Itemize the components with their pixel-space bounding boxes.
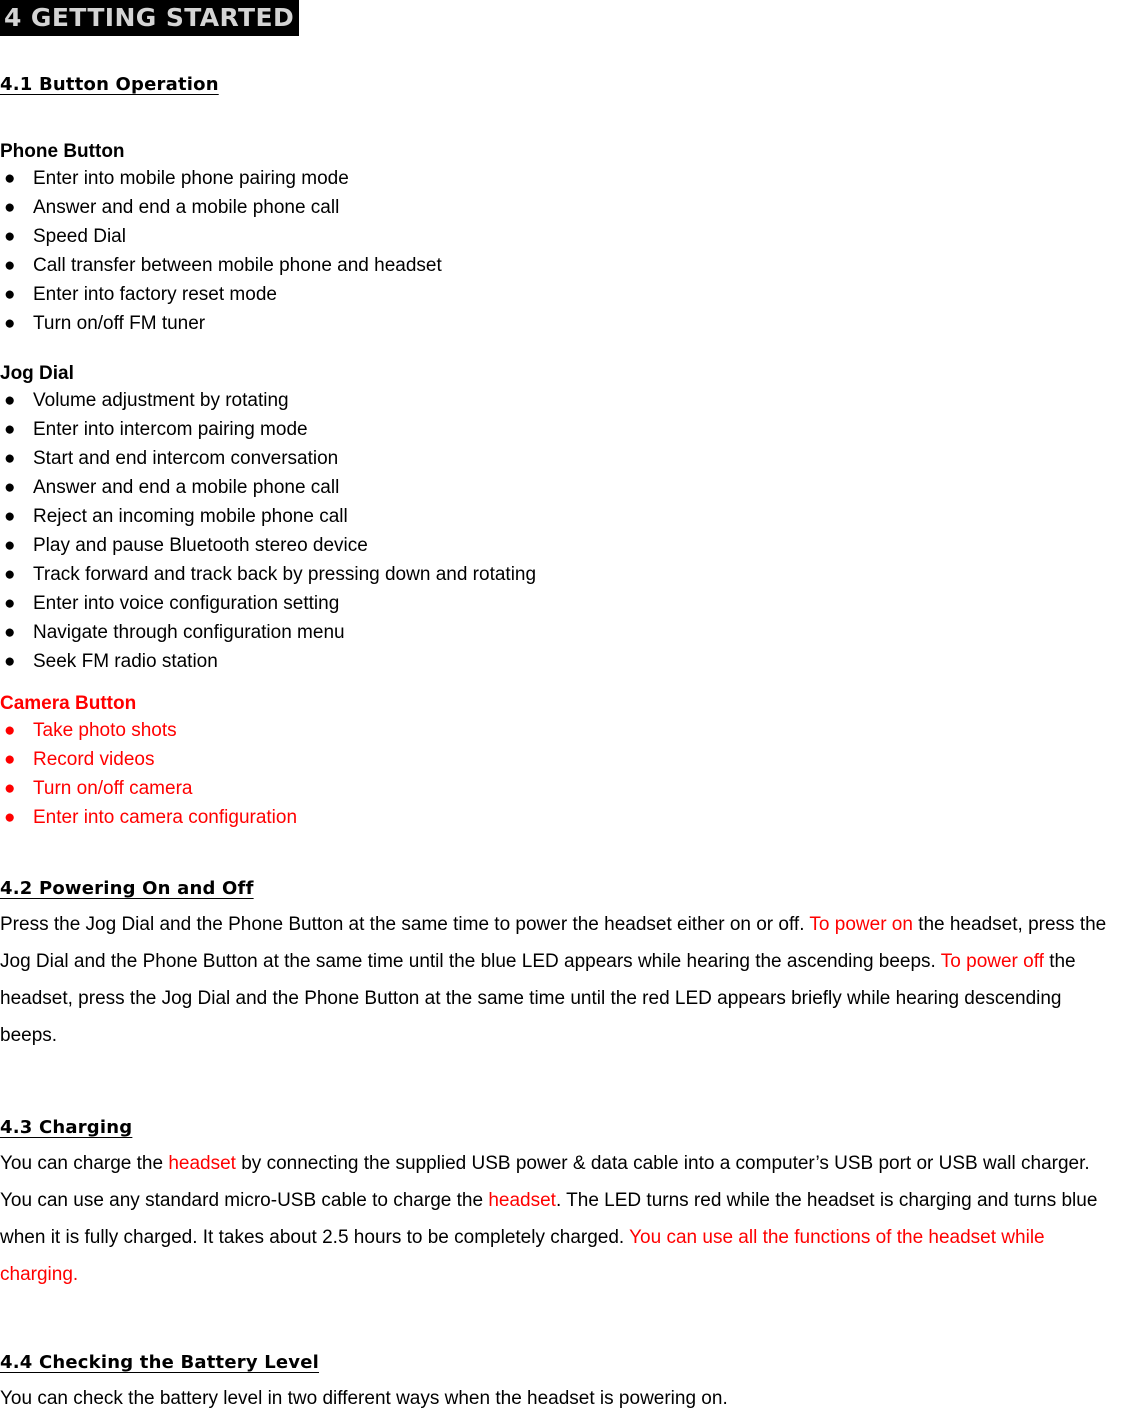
list-item: ● Speed Dial <box>0 222 442 251</box>
list-item-label: Navigate through configuration menu <box>33 622 345 643</box>
group-label-camera-button: Camera Button <box>0 693 137 714</box>
bullet-list-camera-button: ● Take photo shots ● Record videos ● Turn o… <box>0 716 297 832</box>
paragraph-charging: You can charge the headset by connecting… <box>0 1145 1118 1293</box>
list-item: ● Navigate through configuration menu <box>0 618 536 647</box>
list-item-label: Play and pause Bluetooth stereo device <box>33 535 368 556</box>
list-item-label: Track forward and track back by pressing… <box>33 564 537 585</box>
bullet-icon: ● <box>4 313 16 334</box>
list-item: ● Record videos <box>0 745 297 774</box>
list-item-label: Answer and end a mobile phone call <box>33 477 340 498</box>
group-camera-button: Camera Button ● Take photo shots ● Record … <box>0 692 297 832</box>
highlighted-text-run: To power off <box>940 951 1044 972</box>
group-label-jog-dial: Jog Dial <box>0 363 74 384</box>
text-run: You can charge the <box>0 1153 169 1174</box>
list-item: ● Answer and end a mobile phone call <box>0 473 536 502</box>
list-item: ● Turn on/off FM tuner <box>0 309 442 338</box>
bullet-icon: ● <box>4 535 16 556</box>
list-item-label: Take photo shots <box>33 720 177 741</box>
list-item: ● Start and end intercom conversation <box>0 444 536 473</box>
paragraph-battery-level: You can check the battery level in two d… <box>0 1380 728 1417</box>
list-item: ● Play and pause Bluetooth stereo device <box>0 531 536 560</box>
list-item: ● Enter into camera configuration <box>0 803 297 832</box>
list-item-label: Record videos <box>33 749 155 770</box>
list-item-label: Turn on/off FM tuner <box>33 313 206 334</box>
list-item-label: Enter into camera configuration <box>33 807 298 828</box>
group-label-phone-button: Phone Button <box>0 141 125 162</box>
text-run: Press the Jog Dial and the Phone Button … <box>0 914 810 935</box>
document-page: 4 GETTING STARTED 4.1 Button Operation P… <box>0 0 1123 1416</box>
list-item-label: Answer and end a mobile phone call <box>33 197 340 218</box>
bullet-icon: ● <box>4 390 16 411</box>
list-item-label: Volume adjustment by rotating <box>33 390 289 411</box>
list-item-label: Reject an incoming mobile phone call <box>33 506 348 527</box>
group-phone-button: Phone Button ● Enter into mobile phone pa… <box>0 140 442 338</box>
list-item-label: Speed Dial <box>33 226 126 247</box>
highlighted-text-run: headset <box>168 1153 236 1174</box>
list-item-label: Seek FM radio station <box>33 651 218 672</box>
list-item: ● Enter into intercom pairing mode <box>0 415 536 444</box>
list-item-label: Start and end intercom conversation <box>33 448 339 469</box>
list-item: ● Reject an incoming mobile phone call <box>0 502 536 531</box>
list-item-label: Enter into intercom pairing mode <box>33 419 308 440</box>
paragraph-powering-on-off: Press the Jog Dial and the Phone Button … <box>0 906 1118 1054</box>
list-item-label: Call transfer between mobile phone and h… <box>33 255 442 276</box>
section-heading-4-1: 4.1 Button Operation <box>0 74 219 95</box>
chapter-title-bar: 4 GETTING STARTED <box>0 0 300 37</box>
bullet-icon: ● <box>4 622 16 643</box>
bullet-icon: ● <box>4 197 16 218</box>
list-item: ● Track forward and track back by pressin… <box>0 560 536 589</box>
list-item: ● Enter into mobile phone pairing mode <box>0 164 442 193</box>
list-item: ● Take photo shots <box>0 716 297 745</box>
bullet-icon: ● <box>4 807 16 828</box>
section-heading-4-3: 4.3 Charging <box>0 1117 132 1138</box>
list-item-label: Enter into factory reset mode <box>33 284 277 305</box>
bullet-icon: ● <box>4 720 16 741</box>
list-item: ● Call transfer between mobile phone and … <box>0 251 442 280</box>
list-item-label: Enter into voice configuration setting <box>33 593 340 614</box>
bullet-icon: ● <box>4 477 16 498</box>
bullet-icon: ● <box>4 506 16 527</box>
section-heading-4-4: 4.4 Checking the Battery Level <box>0 1352 319 1373</box>
section-heading-4-2-text: 4.2 Powering On and Off <box>0 878 254 899</box>
bullet-icon: ● <box>4 651 16 672</box>
list-item-label: Enter into mobile phone pairing mode <box>33 168 349 189</box>
text-run: You can check the battery level in two d… <box>0 1388 728 1409</box>
bullet-icon: ● <box>4 749 16 770</box>
list-item-label: Turn on/off camera <box>33 778 193 799</box>
list-item: ● Turn on/off camera <box>0 774 297 803</box>
section-heading-4-3-text: 4.3 Charging <box>0 1117 133 1138</box>
bullet-icon: ● <box>4 419 16 440</box>
list-item: ● Answer and end a mobile phone call <box>0 193 442 222</box>
list-item: ● Enter into voice configuration setting <box>0 589 536 618</box>
bullet-icon: ● <box>4 593 16 614</box>
list-item: ● Volume adjustment by rotating <box>0 386 536 415</box>
bullet-icon: ● <box>4 226 16 247</box>
bullet-icon: ● <box>4 255 16 276</box>
section-heading-4-4-text: 4.4 Checking the Battery Level <box>0 1352 320 1373</box>
bullet-icon: ● <box>4 778 16 799</box>
bullet-icon: ● <box>4 284 16 305</box>
section-heading-4-2: 4.2 Powering On and Off <box>0 878 254 899</box>
highlighted-text-run: headset <box>488 1190 556 1211</box>
bullet-icon: ● <box>4 448 16 469</box>
group-jog-dial: Jog Dial ● Volume adjustment by rotating … <box>0 362 536 676</box>
section-body-4-3: You can charge the headset by connecting… <box>0 1145 1118 1293</box>
bullet-list-phone-button: ● Enter into mobile phone pairing mode ● A… <box>0 164 442 338</box>
section-body-4-4: You can check the battery level in two d… <box>0 1380 728 1417</box>
section-body-4-2: Press the Jog Dial and the Phone Button … <box>0 906 1118 1054</box>
bullet-icon: ● <box>4 564 16 585</box>
bullet-list-jog-dial: ● Volume adjustment by rotating ● Enter in… <box>0 386 536 676</box>
list-item: ● Seek FM radio station <box>0 647 536 676</box>
list-item: ● Enter into factory reset mode <box>0 280 442 309</box>
section-heading-4-1-text: 4.1 Button Operation <box>0 74 219 95</box>
chapter-title-text: 4 GETTING STARTED <box>0 0 300 36</box>
bullet-icon: ● <box>4 168 16 189</box>
highlighted-text-run: To power on <box>809 914 913 935</box>
